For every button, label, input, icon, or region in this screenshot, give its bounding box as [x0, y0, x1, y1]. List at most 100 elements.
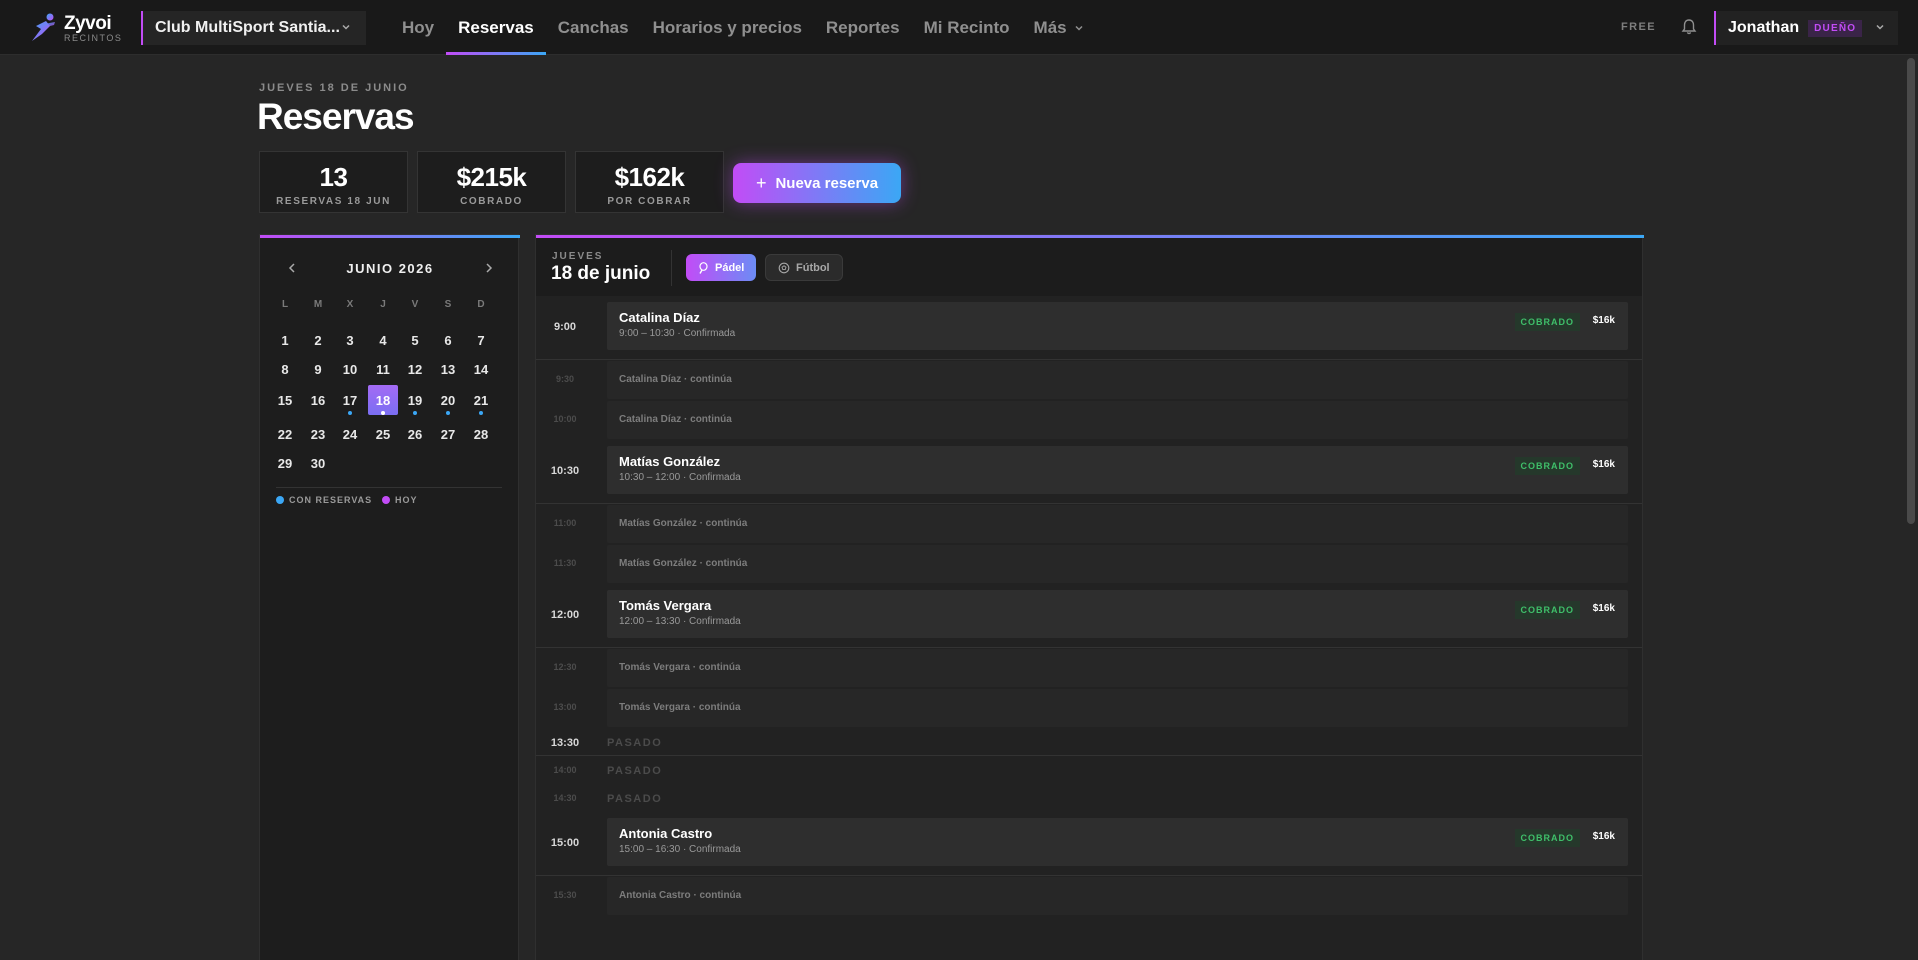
booking-price: $16k [1592, 603, 1615, 614]
soccer-ball-icon [778, 262, 790, 273]
calendar-day[interactable]: 6 [433, 325, 463, 355]
calendar-day-today[interactable]: 18 [368, 385, 398, 415]
calendar-day[interactable]: 9 [303, 354, 333, 384]
calendar-day[interactable]: 29 [270, 448, 300, 478]
legend-label: HOY [395, 495, 418, 505]
calendar-day[interactable]: 11 [368, 354, 398, 384]
calendar-day[interactable]: 7 [466, 325, 496, 355]
nav-hoy[interactable]: Hoy [402, 0, 434, 55]
venue-name: Club MultiSport Santia... [155, 19, 340, 36]
calendar-day[interactable]: 17 [335, 385, 365, 415]
booking-continuation[interactable]: Antonia Castro · continúa [607, 877, 1628, 915]
time-slot-row: 9:30 Catalina Díaz · continúa [536, 360, 1642, 400]
slot-time: 9:30 [555, 374, 574, 384]
filter-futbol[interactable]: Fútbol [765, 254, 843, 281]
calendar-day[interactable]: 1 [270, 325, 300, 355]
booking-details: 9:00 – 10:30 · Confirmada [619, 328, 736, 339]
stat-label: RESERVAS 18 JUN [276, 196, 391, 207]
nav-label: Reservas [458, 17, 534, 37]
weekday-header: X [346, 299, 354, 310]
page-title: Reservas [257, 96, 415, 137]
calendar-day[interactable]: 4 [368, 325, 398, 355]
booking-price: $16k [1592, 831, 1615, 842]
booking-details: 12:00 – 13:30 · Confirmada [619, 616, 741, 627]
scrollbar[interactable] [1905, 56, 1917, 960]
booking-card[interactable]: Matías González 10:30 – 12:00 · Confirmad… [607, 446, 1628, 494]
chevron-down-icon [1876, 24, 1884, 30]
past-slot-label: PASADO [607, 793, 663, 805]
day-number: 18 [375, 392, 391, 408]
calendar-day[interactable]: 13 [433, 354, 463, 384]
month-calendar: JUNIO 2026 L M X J V S D 1 2 3 4 5 6 7 8 9 10 11 12 13 14 15 1… [259, 234, 520, 960]
calendar-day[interactable]: 8 [270, 354, 300, 384]
booking-card[interactable]: Tomás Vergara 12:00 – 13:30 · Confirmada C… [607, 590, 1628, 638]
day-number: 17 [342, 392, 358, 408]
scrollbar-thumb[interactable] [1907, 58, 1915, 524]
calendar-day[interactable]: 22 [270, 419, 300, 449]
bell-icon[interactable] [1679, 17, 1699, 37]
new-booking-button[interactable]: + Nueva reserva [733, 163, 901, 203]
slot-time: 10:30 [550, 465, 580, 477]
day-number: 10 [342, 361, 358, 377]
calendar-day[interactable]: 2 [303, 325, 333, 355]
calendar-day[interactable]: 20 [433, 385, 463, 415]
calendar-day[interactable]: 23 [303, 419, 333, 449]
user-menu[interactable]: Jonathan DUEÑO [1714, 11, 1898, 45]
calendar-day[interactable]: 25 [368, 419, 398, 449]
day-number: 9 [314, 361, 322, 377]
logo-icon [32, 13, 55, 41]
calendar-day[interactable]: 12 [400, 354, 430, 384]
booking-continuation[interactable]: Tomás Vergara · continúa [607, 689, 1628, 727]
booking-continuation[interactable]: Matías González · continúa [607, 505, 1628, 543]
calendar-day[interactable]: 19 [400, 385, 430, 415]
booking-card[interactable]: Antonia Castro 15:00 – 16:30 · Confirmada… [607, 818, 1628, 866]
continuation-label: Matías González · continúa [619, 518, 748, 529]
calendar-day[interactable]: 10 [335, 354, 365, 384]
calendar-day[interactable]: 21 [466, 385, 496, 415]
calendar-day[interactable]: 5 [400, 325, 430, 355]
day-number: 28 [473, 426, 489, 442]
calendar-day[interactable]: 26 [400, 419, 430, 449]
booking-customer: Matías González [619, 454, 721, 469]
booking-continuation[interactable]: Catalina Díaz · continúa [607, 401, 1628, 439]
page-date: JUEVES 18 DE JUNIO [259, 82, 409, 94]
booking-card[interactable]: Catalina Díaz 9:00 – 10:30 · Confirmada CO… [607, 302, 1628, 350]
booking-continuation[interactable]: Catalina Díaz · continúa [607, 361, 1628, 399]
booking-continuation[interactable]: Matías González · continúa [607, 545, 1628, 583]
weekday-header: L [281, 299, 289, 310]
calendar-day[interactable]: 16 [303, 385, 333, 415]
calendar-day[interactable]: 24 [335, 419, 365, 449]
calendar-day[interactable]: 28 [466, 419, 496, 449]
schedule-header: JUEVES 18 de junio Pádel Fútbol [536, 238, 1642, 296]
role-badge: DUEÑO [1808, 19, 1863, 37]
chevron-down-icon [1075, 25, 1083, 31]
payment-status-badge: COBRADO [1514, 457, 1580, 475]
booking-details: 10:30 – 12:00 · Confirmada [619, 472, 741, 483]
logo-name: Zyvoi [64, 12, 112, 34]
nav-reservas[interactable]: Reservas [446, 0, 546, 55]
nav-reportes[interactable]: Reportes [826, 0, 900, 55]
filter-padel[interactable]: Pádel [686, 254, 757, 281]
logo[interactable]: Zyvoi RECINTOS [28, 12, 122, 44]
day-number: 5 [411, 332, 419, 348]
nav-canchas[interactable]: Canchas [558, 0, 629, 55]
calendar-day[interactable]: 14 [466, 354, 496, 384]
time-slot-row: 12:30 Tomás Vergara · continúa [536, 648, 1642, 688]
calendar-day[interactable]: 3 [335, 325, 365, 355]
nav-mas[interactable]: Más [1034, 0, 1085, 55]
venue-selector[interactable]: Club MultiSport Santia... [141, 11, 366, 45]
calendar-day[interactable]: 27 [433, 419, 463, 449]
nav-mi-recinto[interactable]: Mi Recinto [924, 0, 1010, 55]
day-number: 2 [314, 332, 322, 348]
chevron-right-icon[interactable] [482, 261, 496, 275]
filter-label: Fútbol [796, 261, 830, 274]
accent-bar [260, 235, 520, 238]
nav-horarios-y-precios[interactable]: Horarios y precios [653, 0, 802, 55]
app-window: Zyvoi RECINTOS Club MultiSport Santia...… [0, 0, 1918, 960]
day-number: 19 [407, 392, 423, 408]
blue-dot-icon [276, 496, 284, 504]
booking-continuation[interactable]: Tomás Vergara · continúa [607, 649, 1628, 687]
calendar-day[interactable]: 30 [303, 448, 333, 478]
calendar-day[interactable]: 15 [270, 385, 300, 415]
booking-dot-icon [413, 411, 417, 415]
